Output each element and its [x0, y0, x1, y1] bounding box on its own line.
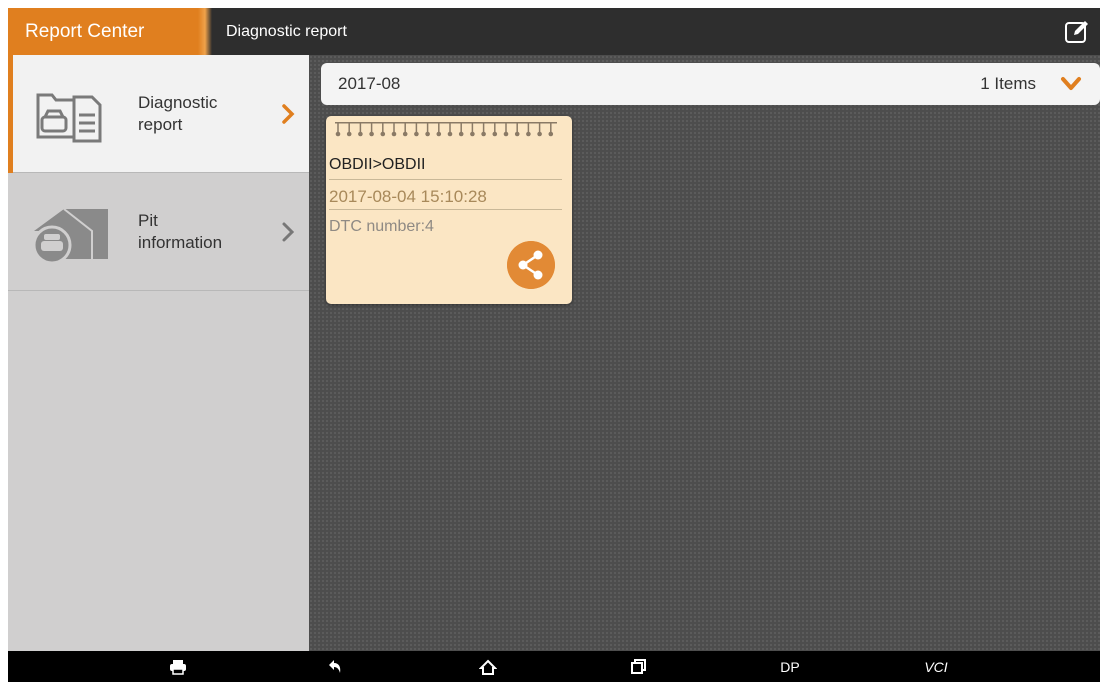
share-icon[interactable] — [507, 241, 555, 289]
car-document-icon — [36, 93, 102, 143]
notepad-binding — [335, 122, 557, 137]
sidebar-item-label: Pit information — [138, 173, 268, 291]
month-label: 2017-08 — [338, 74, 401, 93]
report-dtc-count: DTC number:4 — [329, 218, 434, 235]
chevron-down-icon[interactable] — [1060, 76, 1082, 92]
recent-apps-button[interactable] — [623, 651, 653, 682]
divider — [329, 179, 562, 180]
sidebar-item-label-line2: report — [138, 115, 183, 134]
sidebar-item-label-line2: information — [138, 233, 223, 252]
header-stripe — [198, 8, 212, 55]
app-title: Report Center — [25, 20, 145, 42]
sidebar-item-pit-information[interactable]: Pit information — [8, 173, 309, 291]
back-button[interactable] — [320, 651, 350, 682]
print-button[interactable] — [163, 651, 193, 682]
sidebar-item-label-line1: Pit — [138, 211, 158, 230]
items-count: 1 Items — [980, 74, 1036, 93]
report-list-area: 2017-08 1 Items OBDII>OBDII 2017-08-04 1… — [309, 55, 1100, 651]
report-card[interactable]: OBDII>OBDII 2017-08-04 15:10:28 DTC numb… — [326, 116, 572, 304]
app-window: Report Center Diagnostic report Diagnost… — [8, 8, 1100, 651]
app-title-tab: Report Center — [8, 8, 198, 55]
home-icon — [479, 659, 497, 675]
month-group-header[interactable]: 2017-08 1 Items — [321, 63, 1100, 105]
sidebar-item-label-line1: Diagnostic — [138, 93, 218, 112]
dp-label: DP — [780, 658, 800, 675]
home-button[interactable] — [473, 651, 503, 682]
edit-icon[interactable] — [1064, 19, 1090, 45]
report-title: OBDII>OBDII — [329, 156, 426, 173]
divider — [329, 209, 562, 210]
sidebar-item-label: Diagnostic report — [138, 55, 268, 173]
chevron-right-icon — [282, 222, 295, 242]
dp-button[interactable]: DP — [770, 651, 810, 682]
page-subtitle: Diagnostic report — [226, 23, 347, 40]
report-datetime: 2017-08-04 15:10:28 — [329, 187, 487, 206]
chevron-right-icon — [282, 104, 295, 124]
vci-button[interactable]: VCI — [916, 651, 956, 682]
printer-icon — [170, 659, 186, 675]
system-nav-bar: DP VCI — [8, 651, 1100, 682]
back-arrow-icon — [329, 659, 341, 673]
sidebar: Diagnostic report Pit information — [8, 55, 309, 651]
sidebar-item-diagnostic-report[interactable]: Diagnostic report — [8, 55, 309, 173]
header: Report Center Diagnostic report — [8, 8, 1100, 55]
vci-label: VCI — [924, 658, 948, 675]
recent-apps-icon — [631, 658, 646, 674]
garage-icon — [32, 208, 108, 263]
